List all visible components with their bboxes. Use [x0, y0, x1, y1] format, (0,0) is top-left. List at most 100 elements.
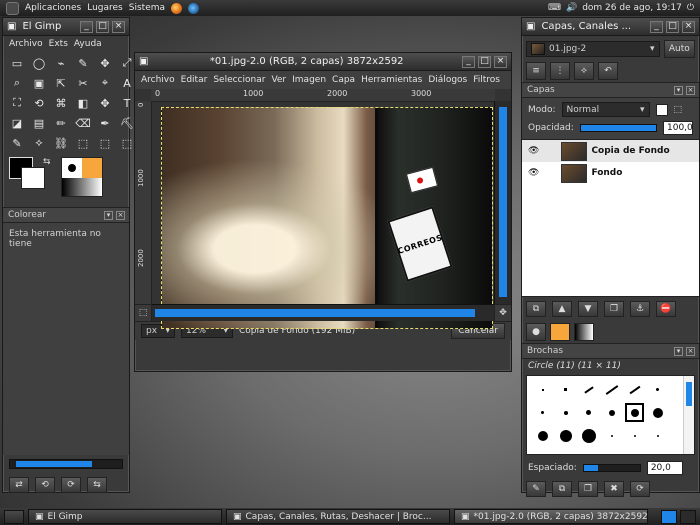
tool-color-picker-icon[interactable]: ✥: [96, 55, 114, 71]
mode-select[interactable]: Normal ▾: [561, 102, 650, 117]
brush-dot-icon[interactable]: [554, 424, 577, 447]
tool-fuzzy-select-icon[interactable]: ✎: [74, 55, 92, 71]
raise-layer-button[interactable]: ▲: [552, 301, 572, 317]
opacity-slider[interactable]: [579, 124, 657, 132]
workspace-2[interactable]: [680, 509, 696, 524]
lower-layer-button[interactable]: ▼: [578, 301, 598, 317]
brush-dot-icon[interactable]: [577, 424, 600, 447]
gradient-preview-icon[interactable]: [62, 178, 102, 196]
save-tool-options-button[interactable]: ⇄: [9, 477, 29, 493]
dock-close-icon[interactable]: ×: [686, 346, 695, 356]
pattern-preview-icon[interactable]: [82, 158, 102, 178]
maximize-button[interactable]: □: [96, 20, 109, 33]
task-image[interactable]: ▣ *01.jpg-2.0 (RGB, 2 capas) 3872x2592: [454, 509, 648, 524]
tool-unknown1-icon[interactable]: ⬚: [74, 135, 92, 151]
menu-filtros[interactable]: Filtros: [473, 75, 500, 85]
tool-pencil-icon[interactable]: ✏: [52, 115, 70, 131]
tool-unknown2-icon[interactable]: ⬚: [96, 135, 114, 151]
swap-colors-icon[interactable]: ⇆: [43, 157, 51, 167]
tool-path-icon[interactable]: ⛓: [52, 135, 70, 151]
brush-line-icon[interactable]: [577, 378, 600, 401]
brush-preview-icon[interactable]: [62, 158, 82, 178]
dock-menu-icon[interactable]: ▾: [674, 85, 683, 95]
delete-layer-button[interactable]: ⛔: [656, 301, 676, 317]
layer-row-fondo[interactable]: 👁 Fondo: [522, 162, 699, 184]
eye-icon[interactable]: 👁: [528, 146, 539, 156]
tool-measure-icon[interactable]: ⌖: [96, 75, 114, 91]
brush-scrollbar[interactable]: [683, 376, 694, 454]
brush-small-icon[interactable]: [531, 378, 554, 401]
refresh-brush-button[interactable]: ⟳: [630, 481, 650, 497]
canvas-image[interactable]: CORREOS: [161, 107, 493, 329]
power-icon[interactable]: ⏻: [687, 3, 694, 13]
eye-icon[interactable]: 👁: [528, 168, 539, 178]
brush-dot-icon[interactable]: [646, 424, 669, 447]
brush-scroll-thumb[interactable]: [686, 382, 692, 406]
tool-perspective-icon[interactable]: ⛶: [8, 95, 26, 111]
close-button[interactable]: ×: [112, 20, 125, 33]
window-menu-icon[interactable]: ▣: [139, 56, 148, 67]
tool-gradient-icon[interactable]: ◪: [8, 115, 26, 131]
image-select[interactable]: 01.jpg-2 ▾: [526, 41, 660, 57]
window-menu-icon[interactable]: ▣: [7, 21, 16, 32]
tab-channels-icon[interactable]: ⋮: [550, 62, 570, 80]
tool-crop-icon[interactable]: ▣: [30, 75, 48, 91]
menu-dialogos[interactable]: Diálogos: [428, 75, 467, 85]
opacity-input[interactable]: 100,0: [663, 121, 693, 135]
brush-dot-icon[interactable]: [554, 401, 577, 424]
tool-rect-select-icon[interactable]: ▭: [8, 55, 26, 71]
menu-archivo[interactable]: Archivo: [141, 75, 175, 85]
brush-small-icon[interactable]: [554, 378, 577, 401]
tab-brushes-icon[interactable]: ●: [526, 323, 546, 341]
menu-seleccionar[interactable]: Seleccionar: [213, 75, 265, 85]
horizontal-scrollbar[interactable]: [151, 304, 495, 321]
tab-gradients-icon[interactable]: [574, 323, 594, 341]
tool-blend-icon[interactable]: ▤: [30, 115, 48, 131]
tool-flip-icon[interactable]: ⌘: [52, 95, 70, 111]
toolbox-scroll-thumb[interactable]: [16, 461, 92, 467]
tool-rotate-icon[interactable]: ⟲: [30, 95, 48, 111]
thunderbird-icon[interactable]: [188, 2, 200, 14]
tool-eraser-icon[interactable]: ⌫: [74, 115, 92, 131]
dock-close-icon[interactable]: ×: [116, 210, 125, 220]
tool-align-icon[interactable]: ✥: [96, 95, 114, 111]
horizontal-scroll-thumb[interactable]: [155, 309, 475, 317]
menu-lugares[interactable]: Lugares: [87, 3, 123, 13]
tool-dodge-icon[interactable]: ⟡: [30, 135, 48, 151]
layer-row-copia-fondo[interactable]: 👁 Copia de Fondo: [522, 140, 699, 162]
window-menu-icon[interactable]: ▣: [526, 21, 535, 32]
tool-bucket-icon[interactable]: ◧: [74, 95, 92, 111]
menu-editar[interactable]: Editar: [181, 75, 208, 85]
duplicate-brush-button[interactable]: ❐: [578, 481, 598, 497]
brush-line-icon[interactable]: [623, 378, 646, 401]
close-button[interactable]: ×: [682, 20, 695, 33]
tab-layers-icon[interactable]: ≡: [526, 62, 546, 80]
spacing-input[interactable]: 20,0: [646, 461, 683, 475]
tab-patterns-icon[interactable]: [550, 323, 570, 341]
minimize-button[interactable]: _: [80, 20, 93, 33]
volume-icon[interactable]: 🔊: [566, 3, 577, 13]
menu-sistema[interactable]: Sistema: [129, 3, 165, 13]
toolbox-scrollbar[interactable]: [9, 459, 123, 469]
tool-ellipse-select-icon[interactable]: ◯: [30, 55, 48, 71]
minimize-button[interactable]: _: [650, 20, 663, 33]
reset-tool-options-button[interactable]: ⇆: [87, 477, 107, 493]
navigate-icon[interactable]: ✥: [494, 304, 511, 321]
brush-dot-icon[interactable]: [646, 378, 669, 401]
show-desktop-icon[interactable]: [4, 509, 24, 524]
tab-paths-icon[interactable]: ⟡: [574, 62, 594, 80]
tool-zoom-icon[interactable]: ⌕: [8, 75, 26, 91]
delete-brush-button[interactable]: ✖: [604, 481, 624, 497]
menu-exts[interactable]: Exts: [49, 39, 68, 49]
menu-archivo[interactable]: Archivo: [9, 39, 43, 49]
dock-close-icon[interactable]: ×: [686, 85, 695, 95]
tool-scissors-icon[interactable]: ✂: [74, 75, 92, 91]
tool-ink-icon[interactable]: ✒: [96, 115, 114, 131]
menu-aplicaciones[interactable]: Aplicaciones: [25, 3, 81, 13]
tool-move-icon[interactable]: ⇱: [52, 75, 70, 91]
menu-imagen[interactable]: Imagen: [292, 75, 326, 85]
spacing-slider[interactable]: [582, 464, 641, 472]
grid-icon[interactable]: ⬚: [674, 105, 683, 115]
tab-undo-icon[interactable]: ↶: [598, 62, 618, 80]
dock-menu-icon[interactable]: ▾: [104, 210, 113, 220]
